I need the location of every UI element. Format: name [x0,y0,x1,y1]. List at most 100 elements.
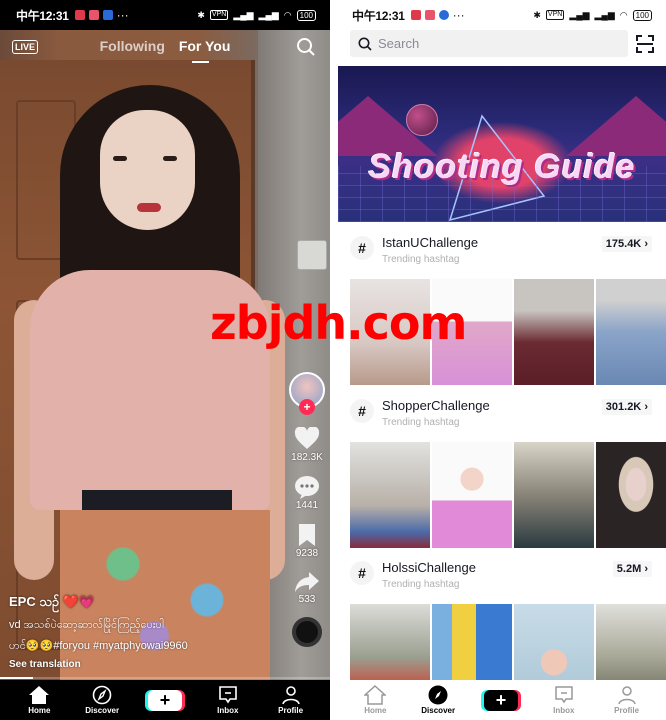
hashtag-subtitle: Trending hashtag [382,579,460,590]
tab-following[interactable]: Following [100,38,165,54]
status-time: 中午12:31 [16,8,69,23]
hashtag-video-thumbnails [350,442,666,548]
comment-button[interactable]: 1441 [284,475,330,511]
bookmark-button[interactable]: 9238 [284,523,330,559]
caption-hashtags[interactable]: ဟင်🥺🥺#foryou #myatphyowai9960 [9,638,279,655]
nav-home[interactable]: Home [347,685,403,715]
app-notification-icon [410,10,421,20]
follow-button[interactable]: + [299,399,315,415]
hashtag-name: HolssiChallenge [382,560,476,575]
bookmark-icon [299,524,315,546]
scan-icon[interactable] [636,35,654,53]
nav-inbox[interactable]: Inbox [536,685,592,715]
notification-icons: ··· [410,8,465,22]
hashtag-row[interactable]: # IstanUChallenge Trending hashtag 175.4… [336,232,666,278]
person-eye [113,156,127,161]
profile-icon [281,686,300,705]
banner-title: Shooting Guide [368,148,636,186]
signal-icon: ▂▄▆ [258,9,279,20]
nav-home[interactable]: Home [11,685,67,715]
hashtag-row[interactable]: # HolssiChallenge Trending hashtag 5.2M … [336,557,666,603]
system-icons: ✱ VPN ▂▄▆ ▂▄▆ ◠ 100 [197,9,316,21]
hashtag-icon: # [350,561,374,585]
search-icon[interactable] [296,37,316,57]
banner-planet [406,104,438,136]
action-rail: + 182.3K 1441 9238 533 [284,372,330,647]
status-bar: 中午12:31 ··· ✱ VPN ▂▄▆ ▂▄▆ ◠ 100 [336,0,666,30]
video-progress-bar[interactable] [0,677,330,679]
wifi-icon: ◠ [619,9,628,20]
notification-icons: ··· [74,8,129,22]
profile-icon [617,686,636,705]
video-thumbnail[interactable] [596,442,666,548]
hashtag-subtitle: Trending hashtag [382,417,460,428]
video-caption: EPC သဉ် ❤️💗 vd အသစ်ပဲဆော့ဆာလ်မြိုင်ကြည့်… [9,594,279,670]
creator-name[interactable]: EPC သဉ် ❤️💗 [9,594,279,613]
inbox-icon [218,686,237,704]
video-thumbnail[interactable] [514,279,594,385]
nav-inbox-label: Inbox [553,706,575,715]
nav-profile[interactable]: Profile [263,685,319,715]
home-icon [29,686,50,704]
video-thumbnail[interactable] [350,442,430,548]
battery-icon: 100 [632,9,652,21]
person-lips [137,203,161,212]
feed-top-nav: LIVE Following For You [0,30,330,66]
app-notification-icon [102,10,113,20]
wall-socket [297,240,327,270]
nav-profile[interactable]: Profile [599,685,655,715]
hashtag-row[interactable]: # ShopperChallenge Trending hashtag 301.… [336,395,666,441]
tab-for-you[interactable]: For You [179,38,231,54]
chevron-right-icon: › [644,238,648,250]
share-button[interactable]: 533 [284,571,330,605]
hashtag-count[interactable]: 175.4K › [601,236,652,252]
watermark-text: zbjdh.com [210,296,467,350]
search-input[interactable]: Search [350,30,628,57]
chevron-right-icon: › [644,563,648,575]
share-count: 533 [298,594,316,605]
video-player[interactable] [0,30,330,680]
hashtag-count[interactable]: 301.2K › [601,399,652,415]
bluetooth-icon: ✱ [533,9,541,20]
video-thumbnail[interactable] [514,442,594,548]
video-thumbnail[interactable] [432,442,512,548]
shooting-guide-banner[interactable]: Shooting Guide [338,66,666,222]
vpn-icon: VPN [545,10,565,20]
heart-icon [294,427,320,449]
hashtag-name: ShopperChallenge [382,398,490,413]
hashtag-icon: # [350,399,374,423]
app-notification-icon [74,10,85,20]
nav-inbox[interactable]: Inbox [200,685,256,715]
nav-inbox-label: Inbox [217,706,239,715]
video-thumbnail[interactable] [596,279,666,385]
create-button[interactable]: + [473,689,529,711]
signal-icon: ▂▄▆ [569,9,590,20]
status-bar: 中午12:31 ··· ✱ VPN ▂▄▆ ▂▄▆ ◠ 100 [0,0,330,30]
hashtag-count[interactable]: 5.2M › [612,561,652,577]
system-icons: ✱ VPN ▂▄▆ ▂▄▆ ◠ 100 [533,9,652,21]
app-notification-icon [424,10,435,20]
nav-profile-label: Profile [278,706,304,715]
person-face [100,110,195,230]
see-translation-link[interactable]: See translation [9,659,279,670]
search-icon [358,37,372,51]
signal-icon: ▂▄▆ [594,9,615,20]
nav-home-label: Home [28,706,51,715]
hashtag-count-value: 5.2M [616,563,642,575]
hashtag-icon: # [350,236,374,260]
music-disc-icon[interactable] [292,617,322,647]
person-belt [82,490,232,512]
battery-icon: 100 [296,9,316,21]
nav-discover[interactable]: Discover [74,685,130,715]
create-button[interactable]: + [137,689,193,711]
share-icon [295,572,319,592]
caption-line: vd အသစ်ပဲဆော့ဆာလ်မြိုင်ကြည့်ပေးပါ [9,619,164,631]
nav-discover-label: Discover [421,706,456,715]
nav-discover-label: Discover [85,706,120,715]
nav-discover[interactable]: Discover [410,685,466,715]
like-button[interactable]: 182.3K [284,427,330,463]
plus-icon: + [480,689,521,711]
inbox-icon [555,686,573,704]
active-tab-indicator [192,61,209,63]
comment-icon [295,476,319,499]
